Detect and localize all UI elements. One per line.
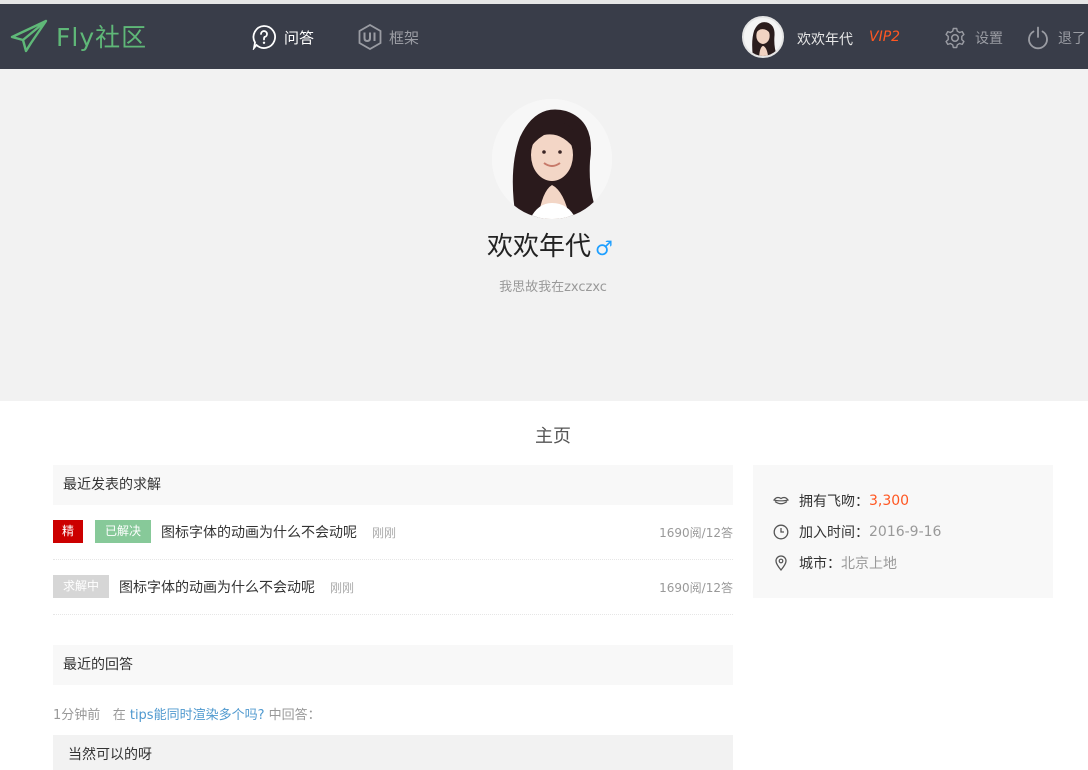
vip-badge: VIP2 [869, 29, 901, 45]
kiss-count-row: 拥有飞吻： 3,300 [773, 491, 909, 511]
join-label: 加入时间： [799, 525, 869, 541]
nav-ask[interactable]: 问答 [251, 23, 314, 51]
male-icon: ♂ [595, 236, 613, 260]
logout-label: 退了 [1058, 31, 1086, 47]
city-value: 北京上地 [841, 556, 897, 572]
avatar-image [744, 18, 782, 56]
kiss-label: 拥有飞吻： [799, 494, 869, 510]
answer-meta: 1分钟前 在 tips能同时渲染多个吗? 中回答： [53, 704, 321, 723]
city-label: 城市： [799, 556, 841, 572]
kiss-value: 3,300 [869, 493, 910, 509]
logo-text: Fly社区 [56, 23, 148, 52]
profile-name: 欢欢年代 ♂ [0, 226, 1088, 263]
question-stats: 1690阅/12答 [659, 526, 733, 540]
question-stats: 1690阅/12答 [659, 581, 733, 595]
solved-badge: 已解决 [95, 520, 152, 543]
profile-name-text: 欢欢年代 [487, 232, 592, 262]
question-title-link[interactable]: 图标字体的动画为什么不会动呢 [161, 522, 357, 542]
answer-time: 1分钟前 [53, 708, 101, 723]
recent-questions-title: 最近发表的求解 [53, 465, 733, 505]
pending-badge: 求解中 [53, 575, 110, 598]
question-time: 刚刚 [330, 581, 355, 595]
power-icon [1028, 26, 1048, 50]
settings-label: 设置 [975, 31, 1003, 47]
site-logo[interactable]: Fly社区 [10, 18, 147, 54]
user-avatar[interactable] [742, 16, 784, 58]
answer-question-link[interactable]: tips能同时渲染多个吗? [130, 708, 265, 723]
ui-icon [358, 24, 382, 50]
answer-content: 当然可以的呀 [53, 735, 733, 770]
join-time-row: 加入时间： 2016-9-16 [773, 522, 941, 542]
profile-avatar-image [492, 99, 612, 219]
kiss-icon [773, 496, 789, 505]
question-row: 求解中 图标字体的动画为什么不会动呢 刚刚 1690阅/12答 [53, 560, 733, 615]
nav-ask-label: 问答 [284, 28, 315, 47]
header-username[interactable]: 欢欢年代 [797, 29, 853, 49]
question-row: 精 已解决 图标字体的动画为什么不会动呢 刚刚 1690阅/12答 [53, 505, 733, 560]
answer-suffix: 中回答： [268, 708, 321, 723]
join-value: 2016-9-16 [869, 524, 942, 540]
recent-answers-title: 最近的回答 [53, 645, 733, 685]
question-title-link[interactable]: 图标字体的动画为什么不会动呢 [119, 577, 315, 597]
nav-framework-label: 框架 [389, 28, 420, 47]
profile-signature: 我思故我在zxczxc [499, 280, 607, 295]
gear-icon [945, 27, 965, 49]
paper-plane-icon [10, 19, 48, 53]
user-info-card: 拥有飞吻： 3,300 加入时间： 2016-9-16 城市： 北京上地 [753, 465, 1053, 598]
top-navbar: Fly社区 问答 框架 欢欢年代 VIP2 设置 退了 [0, 4, 1088, 69]
nav-framework[interactable]: 框架 [358, 23, 419, 51]
featured-badge: 精 [53, 520, 84, 543]
city-row: 城市： 北京上地 [773, 553, 897, 573]
question-icon [252, 25, 276, 50]
page-title: 主页 [535, 426, 571, 447]
question-time: 刚刚 [372, 526, 397, 540]
logout-link[interactable]: 退了 [1027, 25, 1086, 51]
settings-link[interactable]: 设置 [944, 25, 1003, 51]
profile-avatar [492, 99, 612, 219]
location-icon [775, 555, 787, 571]
clock-icon [773, 524, 789, 540]
answer-prefix: 在 [112, 708, 126, 723]
